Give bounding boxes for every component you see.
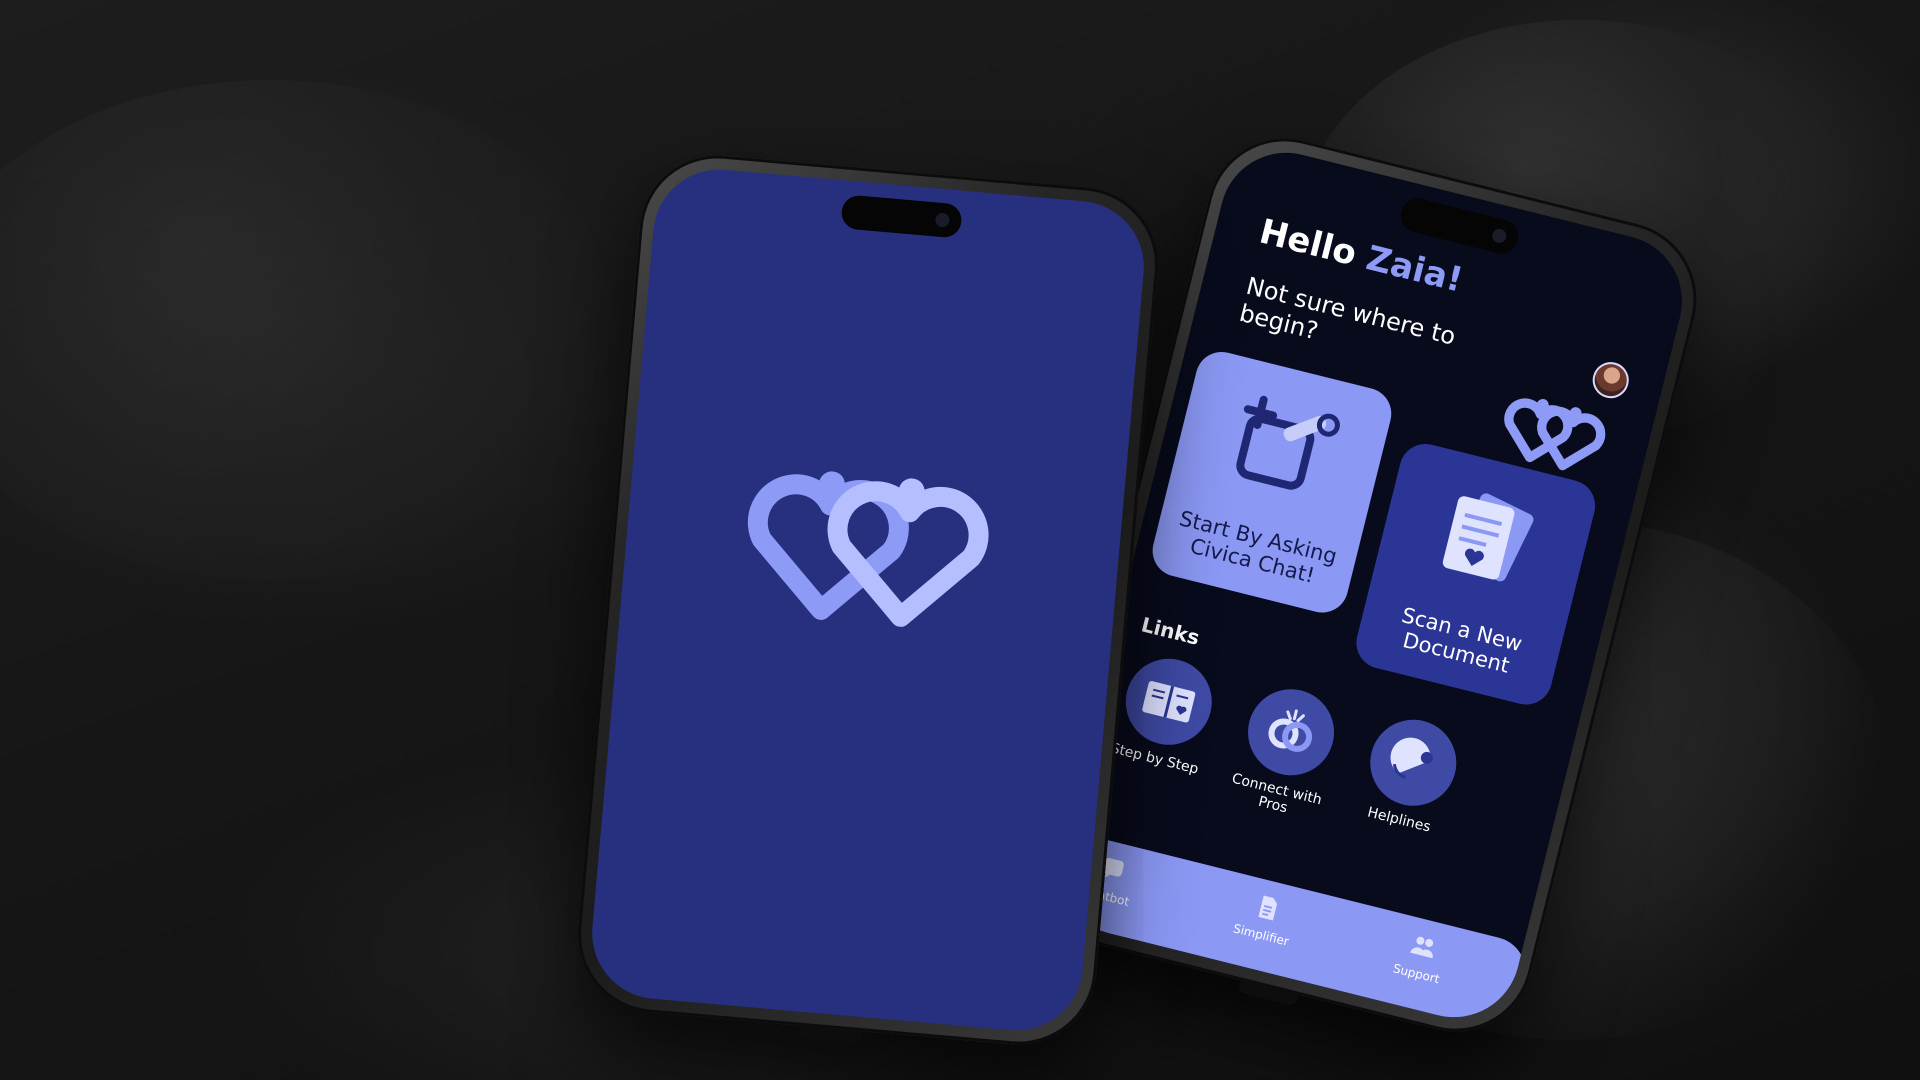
guide-book-icon xyxy=(1142,681,1196,723)
tab-simplifier[interactable]: Simplifier xyxy=(1206,882,1324,955)
tab-support[interactable]: Support xyxy=(1361,921,1479,994)
linked-hearts-logo xyxy=(747,471,989,627)
connect-icon xyxy=(1268,709,1313,752)
links-title: Links xyxy=(1138,612,1202,650)
scan-document-card[interactable]: Scan a New Document xyxy=(1350,438,1601,711)
chat-edit-icon xyxy=(1236,395,1340,490)
scan-document-label: Scan a New Document xyxy=(1399,603,1525,678)
quick-link-connect-pros[interactable]: Connect with Pros xyxy=(1218,677,1355,826)
quick-link-label: Helplines xyxy=(1365,804,1433,836)
document-icon xyxy=(1442,493,1534,582)
splash-phone xyxy=(571,148,1165,1052)
people-icon xyxy=(1410,936,1434,959)
document-icon xyxy=(1258,895,1278,921)
avatar[interactable] xyxy=(1588,358,1633,402)
ask-chat-label: Start By Asking Civica Chat! xyxy=(1176,506,1340,588)
tab-label: Support xyxy=(1391,961,1442,987)
greeting-prefix: Hello xyxy=(1255,211,1361,275)
quick-link-label: Connect with Pros xyxy=(1230,770,1324,817)
tab-label: Simplifier xyxy=(1231,921,1291,949)
phone-support-icon xyxy=(1390,737,1433,779)
quick-link-helplines[interactable]: Helplines xyxy=(1344,708,1477,841)
ask-chat-card[interactable]: Start By Asking Civica Chat! xyxy=(1147,346,1397,619)
splash-screen xyxy=(586,164,1150,1036)
greeting-name: Zaia! xyxy=(1362,238,1467,301)
